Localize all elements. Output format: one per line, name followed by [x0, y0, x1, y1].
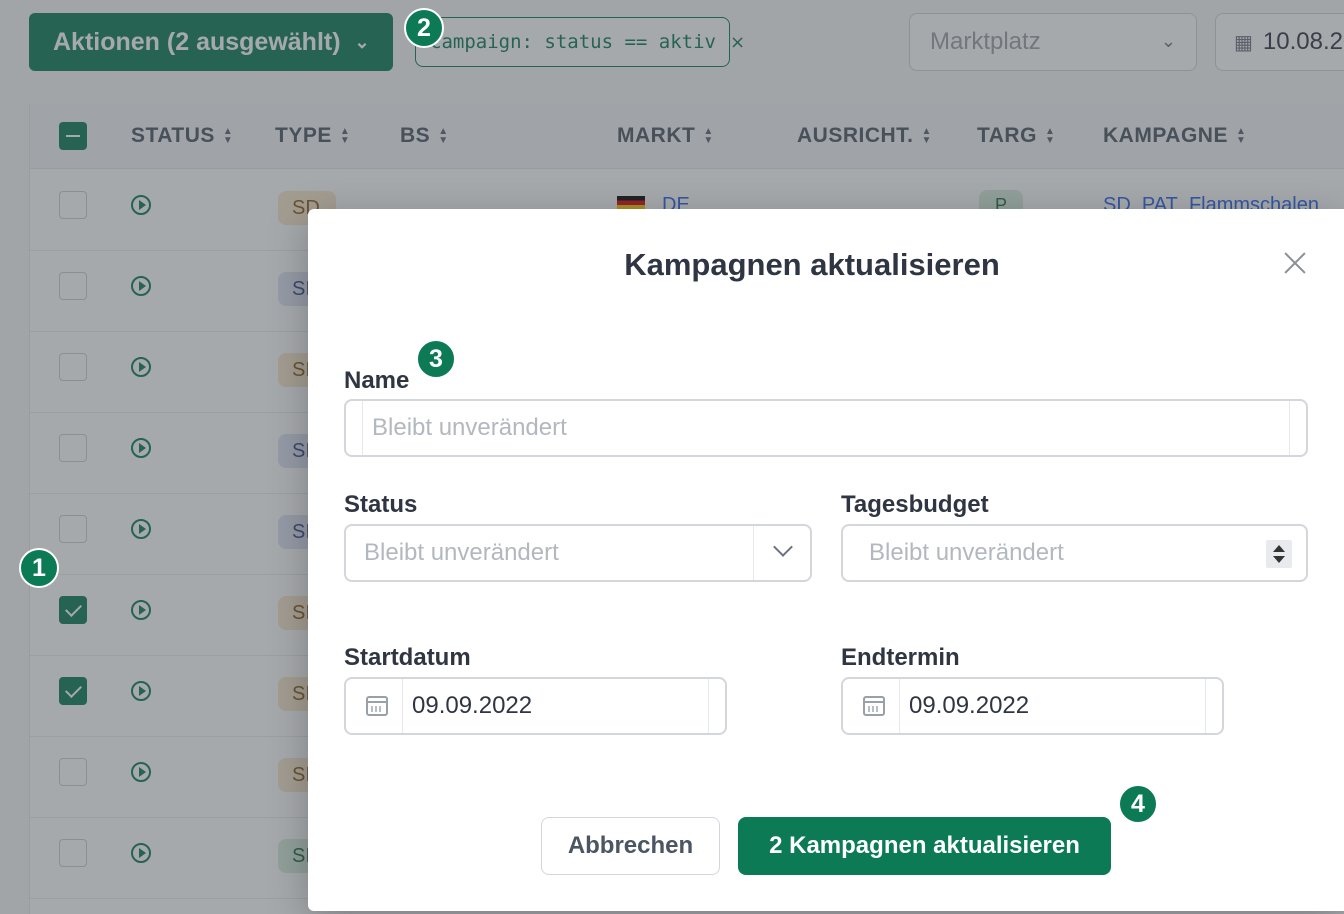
dialog-title: Kampagnen aktualisieren [624, 247, 1000, 282]
end-date-label: Endtermin [841, 644, 960, 671]
step-marker-1: 1 [19, 548, 59, 588]
status-placeholder: Bleibt unverändert [364, 539, 559, 566]
budget-input[interactable]: Bleibt unverändert [841, 524, 1308, 582]
name-label: Name [344, 367, 410, 394]
input-divider [753, 526, 754, 580]
calendar-icon [863, 696, 885, 716]
step-marker-3: 3 [416, 339, 456, 379]
status-label: Status [344, 491, 418, 518]
number-spinner-icon[interactable] [1266, 540, 1292, 568]
start-date-picker[interactable]: 09.09.2022 [344, 677, 727, 735]
start-date-label: Startdatum [344, 644, 471, 671]
input-divider [1205, 679, 1206, 733]
step-marker-2: 2 [404, 8, 444, 48]
input-divider [402, 679, 403, 733]
input-divider [362, 401, 363, 455]
budget-label: Tagesbudget [841, 491, 989, 518]
end-date-picker[interactable]: 09.09.2022 [841, 677, 1224, 735]
update-campaigns-button[interactable]: 2 Kampagnen aktualisieren [738, 817, 1111, 875]
name-placeholder: Bleibt unverändert [372, 414, 567, 441]
status-select[interactable]: Bleibt unverändert [344, 524, 812, 582]
calendar-icon [366, 696, 388, 716]
budget-placeholder: Bleibt unverändert [869, 539, 1064, 566]
name-input[interactable]: Bleibt unverändert [344, 399, 1308, 457]
cancel-button[interactable]: Abbrechen [541, 817, 720, 875]
step-marker-4: 4 [1118, 784, 1158, 824]
chevron-down-icon [773, 537, 793, 557]
update-campaigns-dialog: Kampagnen aktualisieren Name Bleibt unve… [308, 209, 1344, 911]
input-divider [708, 679, 709, 733]
end-date-value: 09.09.2022 [909, 692, 1030, 719]
input-divider [1289, 401, 1290, 455]
start-date-value: 09.09.2022 [412, 692, 533, 719]
close-icon[interactable] [1283, 251, 1307, 275]
input-divider [899, 679, 900, 733]
